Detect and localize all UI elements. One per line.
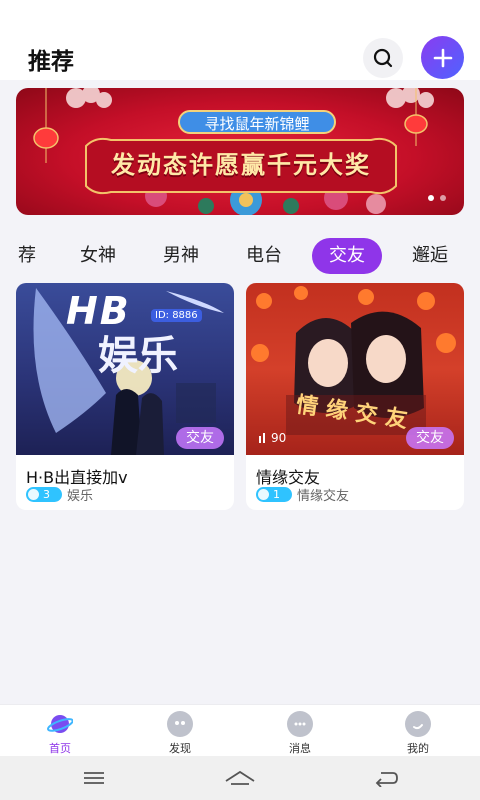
home-icon bbox=[225, 770, 255, 785]
banner-subtitle: 寻找鼠年新锦鲤 bbox=[178, 110, 336, 134]
tabbar-label: 消息 bbox=[289, 742, 311, 755]
online-count: 3 bbox=[43, 487, 50, 501]
tab-encounter[interactable]: 邂逅 bbox=[402, 238, 458, 274]
bottom-tab-bar: 首页 发现 消息 我的 bbox=[0, 704, 480, 756]
menu-icon bbox=[84, 772, 104, 784]
tabbar-item-profile[interactable]: 我的 bbox=[378, 711, 458, 756]
tabbar-label: 发现 bbox=[169, 742, 191, 755]
cover-text-yule: 娱乐 bbox=[98, 333, 178, 379]
tabbar-item-discover[interactable]: 发现 bbox=[140, 711, 220, 756]
online-count-pill: 1 bbox=[256, 486, 292, 502]
home-button[interactable] bbox=[220, 766, 260, 790]
carousel-dot[interactable] bbox=[428, 195, 434, 201]
online-count-pill: 3 bbox=[26, 486, 62, 502]
category-tabs: 荐 女神 男神 电台 交友 邂逅 bbox=[0, 238, 480, 274]
room-meta: 3 娱乐 bbox=[26, 486, 94, 504]
room-card[interactable]: HB ID: 8886 娱乐 交友 H·B出直接加v 3 娱乐 bbox=[16, 283, 234, 510]
tab-recommend[interactable]: 荐 bbox=[14, 238, 40, 274]
search-icon bbox=[373, 48, 393, 68]
planet-icon bbox=[47, 711, 73, 737]
menu-button[interactable] bbox=[74, 766, 114, 790]
tabbar-item-home[interactable]: 首页 bbox=[20, 711, 100, 756]
cover-text-id: ID: 8886 bbox=[151, 309, 202, 322]
promo-banner[interactable]: 寻找鼠年新锦鲤 发动态许愿赢千元大奖 bbox=[16, 88, 464, 215]
plus-icon bbox=[433, 48, 452, 67]
online-count: 1 bbox=[273, 487, 280, 501]
tab-friends[interactable]: 交友 bbox=[312, 238, 382, 274]
cover-counter: 90 bbox=[258, 431, 286, 445]
page-title: 推荐 bbox=[28, 49, 74, 75]
header: 推荐 bbox=[0, 0, 480, 80]
system-nav-bar bbox=[0, 756, 480, 800]
discover-icon bbox=[167, 711, 193, 737]
room-card[interactable]: 情缘交友 90 交友 情缘交友 1 情缘交友 bbox=[246, 283, 464, 510]
back-button[interactable] bbox=[366, 766, 406, 790]
profile-icon bbox=[405, 711, 431, 737]
message-icon bbox=[287, 711, 313, 737]
room-meta: 1 情缘交友 bbox=[256, 486, 350, 504]
tabbar-item-messages[interactable]: 消息 bbox=[260, 711, 340, 756]
tabbar-label: 我的 bbox=[407, 742, 429, 755]
tabbar-label: 首页 bbox=[49, 742, 71, 755]
audio-bars-icon bbox=[259, 433, 265, 443]
search-button[interactable] bbox=[363, 38, 403, 78]
room-category: 情缘交友 bbox=[297, 488, 350, 504]
carousel-dot[interactable] bbox=[440, 195, 446, 201]
people-icon bbox=[28, 488, 39, 500]
tab-radio[interactable]: 电台 bbox=[236, 238, 292, 274]
tab-goddess[interactable]: 女神 bbox=[70, 238, 126, 274]
tab-god[interactable]: 男神 bbox=[153, 238, 209, 274]
room-category: 娱乐 bbox=[67, 488, 94, 504]
back-icon bbox=[375, 772, 398, 787]
room-type-badge: 交友 bbox=[406, 427, 454, 449]
carousel-dots bbox=[428, 195, 446, 201]
banner-headline: 发动态许愿赢千元大奖 bbox=[111, 151, 371, 179]
room-type-badge: 交友 bbox=[176, 427, 224, 449]
add-post-button[interactable] bbox=[421, 36, 464, 79]
people-icon bbox=[258, 488, 269, 500]
cover-counter-value: 90 bbox=[271, 431, 287, 445]
